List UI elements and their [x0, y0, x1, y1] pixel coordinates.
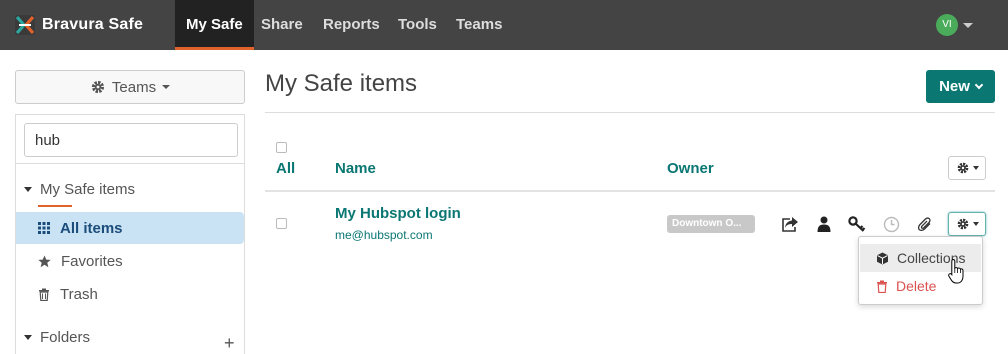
sidebar-item-all-items[interactable]: All items — [16, 212, 244, 244]
star-icon — [38, 255, 51, 267]
gear-icon — [91, 80, 105, 94]
nav-tab-teams[interactable]: Teams — [445, 0, 513, 50]
caret-down-icon — [963, 22, 973, 28]
column-header-name[interactable]: Name — [335, 160, 376, 177]
chevron-down-icon — [974, 80, 984, 90]
sidebar-item-favorites[interactable]: Favorites — [16, 245, 244, 277]
bulk-actions-button[interactable] — [948, 156, 986, 180]
totp-button — [880, 213, 902, 235]
menu-item-label: Delete — [896, 278, 937, 294]
sidebar-item-label: Trash — [60, 285, 98, 303]
brand-name: Bravura Safe — [42, 16, 144, 33]
nav-tab-my-safe[interactable]: My Safe — [175, 0, 254, 50]
gear-icon — [957, 162, 968, 174]
avatar: VI — [936, 14, 958, 36]
tree-heading-label: My Safe items — [40, 181, 136, 198]
tree-heading-underline — [38, 205, 72, 207]
user-icon — [817, 216, 831, 232]
hand-cursor-icon — [948, 258, 964, 284]
paperclip-icon — [917, 217, 931, 232]
select-all-checkbox[interactable] — [276, 142, 287, 153]
column-header-all[interactable]: All — [276, 160, 295, 177]
key-icon — [848, 216, 866, 232]
gear-icon — [957, 218, 968, 230]
sidebar-item-trash[interactable]: Trash — [16, 278, 244, 310]
teams-filter-button[interactable]: Teams — [15, 70, 245, 104]
sidebar-item-label: All items — [60, 219, 123, 237]
page-title: My Safe items — [265, 70, 418, 97]
trash-icon — [877, 280, 887, 293]
copy-password-button[interactable] — [846, 213, 868, 235]
brand[interactable]: Bravura Safe — [14, 13, 143, 37]
teams-filter-label: Teams — [111, 78, 157, 96]
column-header-owner[interactable]: Owner — [667, 160, 714, 177]
share-icon — [782, 217, 798, 232]
item-name-link[interactable]: My Hubspot login — [335, 205, 461, 222]
item-username: me@hubspot.com — [335, 228, 433, 242]
sidebar-panel: My Safe items All items Favorites Trash … — [15, 114, 245, 354]
folders-heading[interactable]: Folders — [24, 329, 90, 346]
new-item-button[interactable]: New — [926, 70, 995, 103]
attachments-button[interactable] — [914, 213, 936, 235]
caret-down-icon — [972, 166, 979, 170]
bravura-logo-icon — [15, 15, 35, 35]
grid-icon — [38, 222, 50, 234]
nav-tab-share[interactable]: Share — [250, 0, 314, 50]
nav-tab-tools[interactable]: Tools — [387, 0, 448, 50]
caret-down-icon — [162, 85, 171, 89]
row-actions-button[interactable] — [948, 212, 986, 236]
folders-label: Folders — [40, 329, 91, 346]
new-button-label: New — [939, 78, 970, 95]
caret-down-icon — [972, 222, 979, 226]
collapse-triangle-icon[interactable] — [24, 335, 32, 340]
table-header-divider — [265, 190, 995, 192]
cube-icon — [877, 252, 888, 264]
collapse-triangle-icon[interactable] — [24, 187, 32, 192]
sidebar-item-label: Favorites — [61, 252, 123, 270]
owner-info-button[interactable] — [813, 213, 835, 235]
account-menu[interactable]: VI — [936, 14, 973, 36]
divider — [265, 112, 995, 113]
row-checkbox[interactable] — [276, 218, 287, 229]
add-folder-icon[interactable]: + — [224, 333, 235, 354]
divider — [16, 163, 244, 164]
tree-heading[interactable]: My Safe items — [24, 181, 135, 198]
top-navbar: Bravura Safe My Safe Share Reports Tools… — [0, 0, 1008, 50]
search-input[interactable] — [24, 123, 238, 157]
nav-tab-reports[interactable]: Reports — [312, 0, 391, 50]
owner-badge: Downtown O... — [667, 215, 755, 233]
trash-icon — [39, 288, 49, 301]
share-button[interactable] — [779, 213, 801, 235]
clock-icon — [883, 216, 899, 232]
